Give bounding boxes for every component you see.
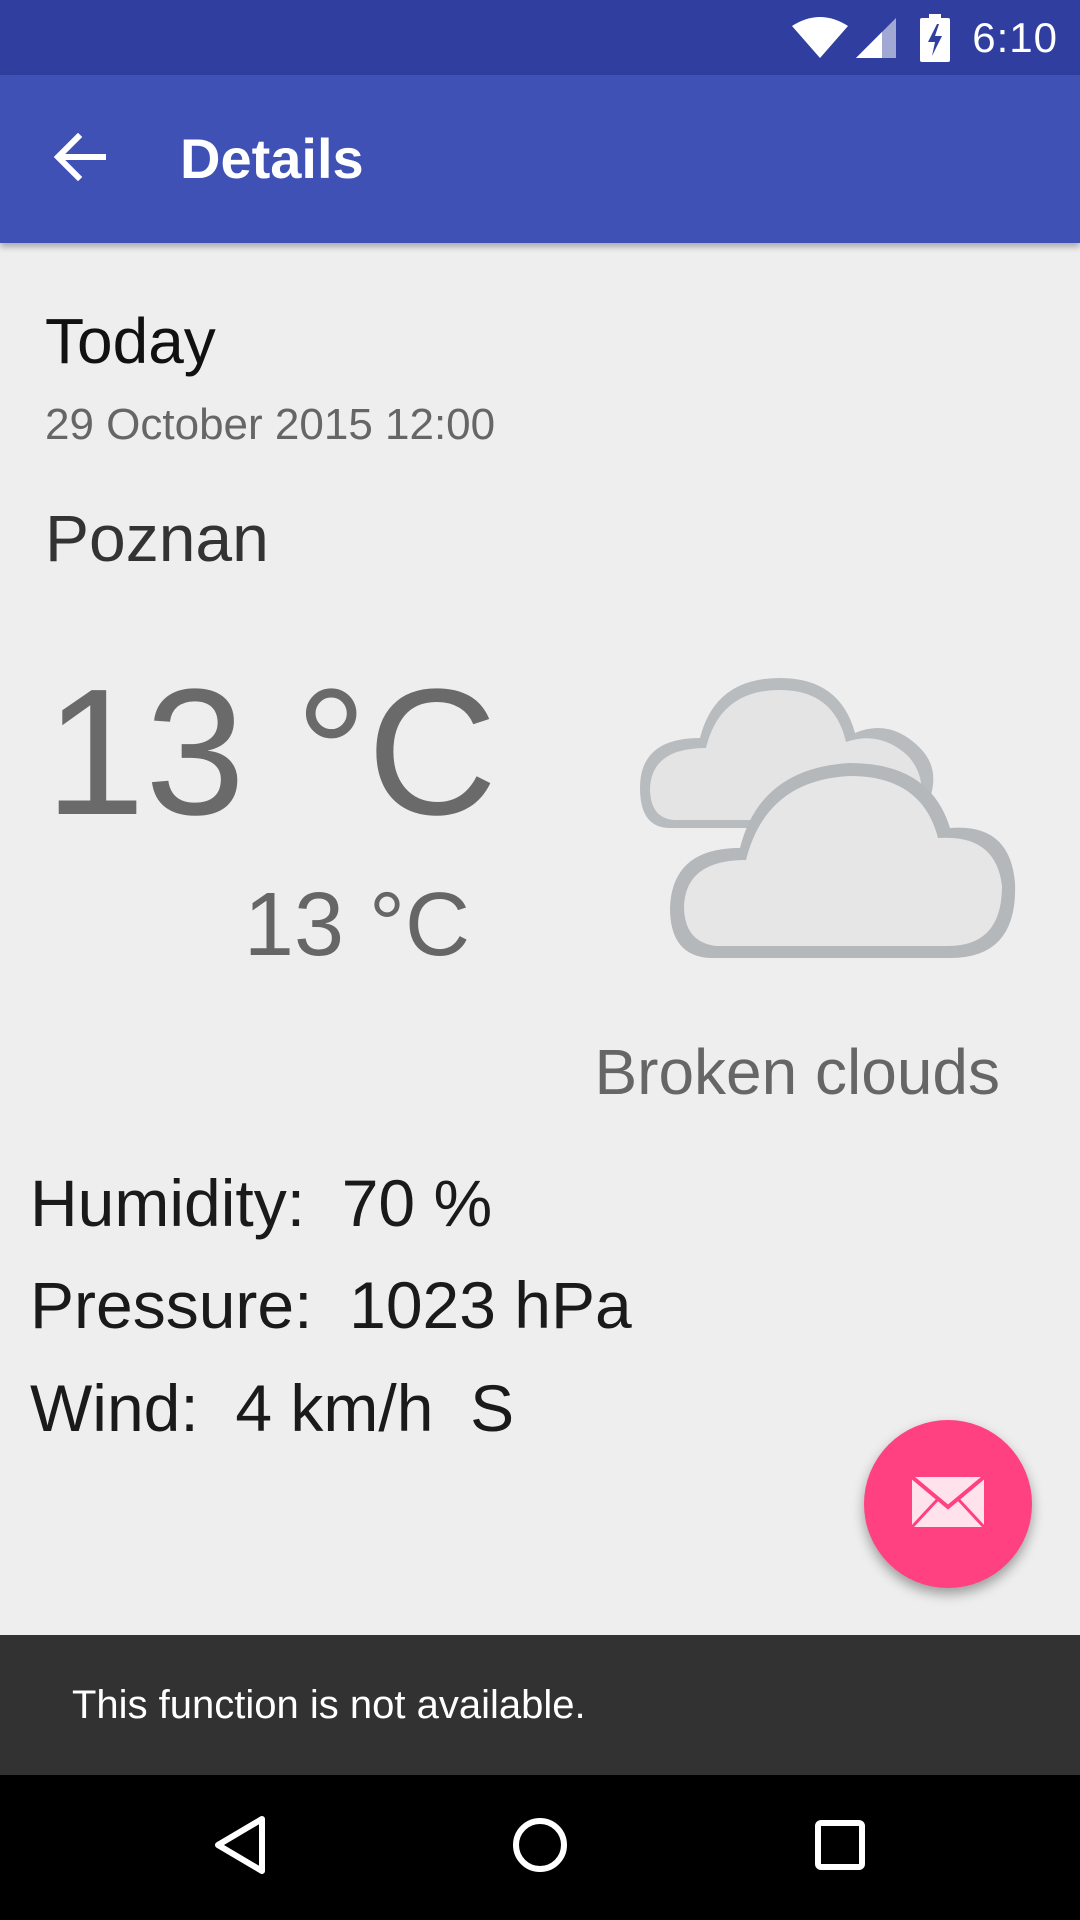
weather-description: Broken clouds bbox=[594, 1036, 1000, 1108]
navigation-bar bbox=[0, 1775, 1080, 1920]
screen: 6:10 Details Today 29 October 2015 12:00… bbox=[0, 0, 1080, 1920]
share-email-fab[interactable] bbox=[864, 1420, 1032, 1588]
date-label: 29 October 2015 12:00 bbox=[45, 400, 496, 449]
day-label: Today bbox=[45, 305, 216, 377]
wind-label: Wind: 4 km/h S bbox=[30, 1371, 515, 1445]
city-label: Poznan bbox=[45, 501, 269, 575]
wifi-icon bbox=[790, 16, 850, 60]
nav-home-button[interactable] bbox=[490, 1797, 590, 1897]
email-icon bbox=[910, 1474, 986, 1534]
nav-recents-icon bbox=[812, 1817, 868, 1878]
humidity-label: Humidity: 70 % bbox=[30, 1166, 493, 1240]
snackbar: This function is not available. bbox=[0, 1635, 1080, 1775]
temperature-min: 13 °C bbox=[243, 875, 470, 975]
status-icons: 6:10 bbox=[790, 0, 1058, 75]
temperature-max: 13 °C bbox=[45, 652, 498, 853]
back-button[interactable] bbox=[40, 119, 120, 199]
cell-signal-icon bbox=[854, 16, 898, 60]
broken-clouds-icon bbox=[630, 638, 1030, 978]
nav-back-button[interactable] bbox=[190, 1797, 290, 1897]
status-time: 6:10 bbox=[972, 13, 1058, 61]
nav-recents-button[interactable] bbox=[790, 1797, 890, 1897]
battery-charging-icon bbox=[920, 13, 951, 62]
arrow-back-icon bbox=[53, 132, 107, 186]
page-title: Details bbox=[180, 127, 364, 190]
nav-back-icon bbox=[210, 1813, 270, 1882]
app-bar: Details bbox=[0, 75, 1080, 243]
status-bar: 6:10 bbox=[0, 0, 1080, 75]
pressure-label: Pressure: 1023 hPa bbox=[30, 1268, 632, 1342]
nav-home-icon bbox=[510, 1815, 570, 1880]
snackbar-message: This function is not available. bbox=[72, 1683, 586, 1727]
